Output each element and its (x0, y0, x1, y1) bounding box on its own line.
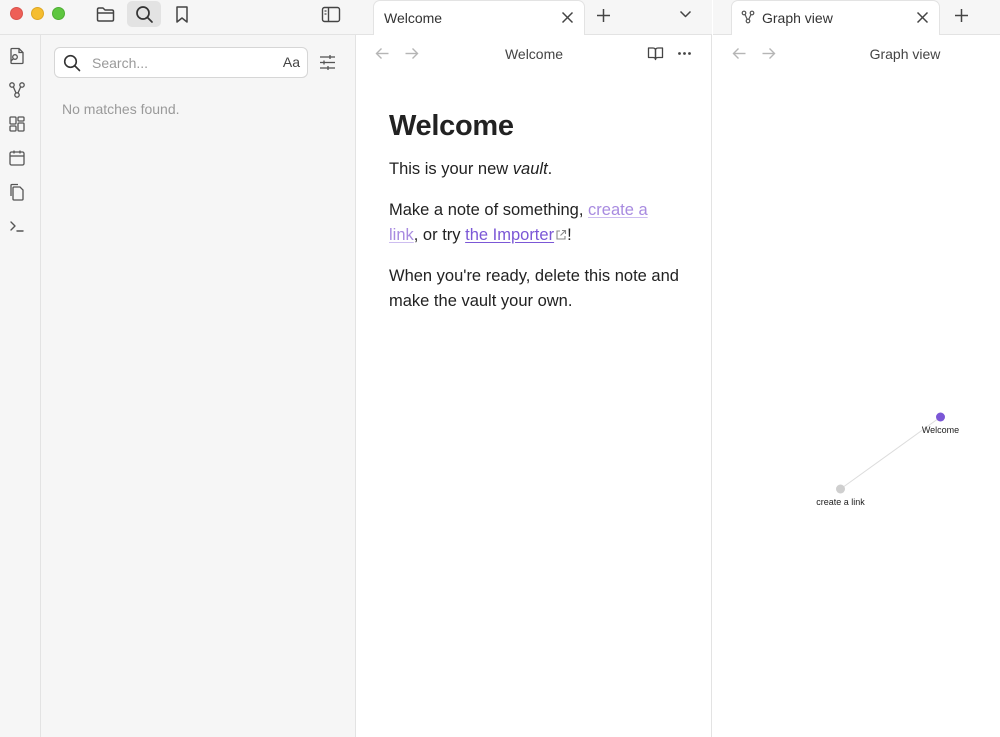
insert-template-button[interactable] (5, 180, 29, 204)
layout-dashboard-icon (8, 115, 26, 133)
p2-mid-text: , or try (413, 226, 466, 244)
p1-emphasis-text: vault (512, 160, 548, 178)
terminal-icon (8, 217, 26, 235)
right-tab-bar: Graph view (713, 0, 1000, 35)
more-options-button[interactable] (677, 46, 692, 61)
window-maximize-button[interactable] (52, 7, 65, 20)
bookmarks-tab-button[interactable] (165, 1, 199, 27)
note-paragraph-1: This is your new vault. (389, 157, 679, 182)
graph-icon (741, 10, 755, 24)
close-tab-button[interactable] (561, 11, 574, 24)
ribbon (0, 35, 41, 737)
calendar-icon (8, 149, 26, 167)
p2-prefix-text: Make a note of something, (389, 201, 589, 219)
graph-icon (8, 81, 26, 99)
search-empty-message: No matches found. (62, 101, 180, 117)
files-tab-button[interactable] (88, 1, 122, 27)
reading-view-button[interactable] (647, 46, 664, 61)
folder-icon (96, 6, 115, 23)
window-minimize-button[interactable] (31, 7, 44, 20)
left-sidebar: Aa No matches found. (0, 0, 356, 737)
close-icon (561, 11, 574, 24)
graph-canvas[interactable]: Welcome create a link (713, 35, 1000, 737)
arrow-left-icon (375, 47, 390, 60)
new-tab-button[interactable] (954, 8, 969, 23)
toggle-sidebar-button[interactable] (314, 1, 348, 27)
open-canvas-button[interactable] (5, 112, 29, 136)
chevron-down-icon (679, 10, 692, 19)
graph-node-welcome[interactable] (936, 412, 945, 422)
tab-welcome[interactable]: Welcome (373, 0, 585, 35)
p1-suffix-text: . (547, 160, 553, 178)
close-icon (916, 11, 929, 24)
search-panel: Aa No matches found. (41, 35, 355, 737)
search-input[interactable] (92, 54, 272, 72)
note-content[interactable]: Welcome This is your new vault. Make a n… (389, 110, 679, 314)
new-tab-button[interactable] (596, 8, 611, 23)
search-settings-button[interactable] (318, 53, 337, 72)
graph-node-create-a-link[interactable] (836, 484, 845, 494)
tab-welcome-title: Welcome (384, 10, 443, 26)
arrow-right-icon (404, 47, 419, 60)
window-close-button[interactable] (10, 7, 23, 20)
welcome-note-pane: Welcome Welcome This is your new vault. … (356, 35, 712, 737)
sidebar-toggle-icon (321, 6, 341, 23)
external-link-icon (555, 229, 567, 241)
search-icon (63, 54, 81, 72)
left-title-bar (0, 0, 356, 35)
open-quick-switcher-button[interactable] (5, 44, 29, 68)
search-box: Aa (54, 47, 308, 78)
open-graph-view-button[interactable] (5, 78, 29, 102)
book-open-icon (647, 46, 664, 61)
search-icon (135, 5, 154, 24)
more-horizontal-icon (677, 46, 692, 61)
tab-graph-view-title: Graph view (762, 10, 833, 26)
note-heading: Welcome (389, 110, 514, 142)
p2-suffix-text: ! (567, 226, 572, 244)
navigate-back-button[interactable] (375, 47, 390, 60)
note-paragraph-3: When you're ready, delete this note and … (389, 267, 679, 310)
match-case-toggle[interactable]: Aa (283, 54, 300, 70)
files-icon (8, 183, 26, 201)
view-header-title[interactable]: Welcome (464, 46, 604, 62)
tab-graph-view[interactable]: Graph view (731, 0, 940, 35)
note-paragraph-2: Make a note of something, create a link,… (389, 198, 679, 248)
plus-icon (954, 8, 969, 23)
navigate-forward-button[interactable] (404, 47, 419, 60)
plus-icon (596, 8, 611, 23)
graph-node-label-create-a-link: create a link (816, 497, 865, 507)
open-daily-note-button[interactable] (5, 146, 29, 170)
importer-external-link[interactable]: the Importer (465, 226, 554, 244)
p1-prefix-text: This is your new (389, 160, 513, 178)
tab-list-dropdown[interactable] (679, 10, 692, 19)
middle-tab-bar: Welcome (356, 0, 712, 35)
bookmark-icon (174, 5, 190, 24)
file-search-icon (8, 47, 26, 65)
open-command-palette-button[interactable] (5, 214, 29, 238)
search-tab-button[interactable] (127, 1, 161, 27)
close-tab-button[interactable] (916, 11, 929, 24)
graph-node-label-welcome: Welcome (922, 425, 959, 435)
sliders-icon (318, 53, 337, 72)
graph-view-pane: Graph view Welcome create a link (713, 35, 1000, 737)
